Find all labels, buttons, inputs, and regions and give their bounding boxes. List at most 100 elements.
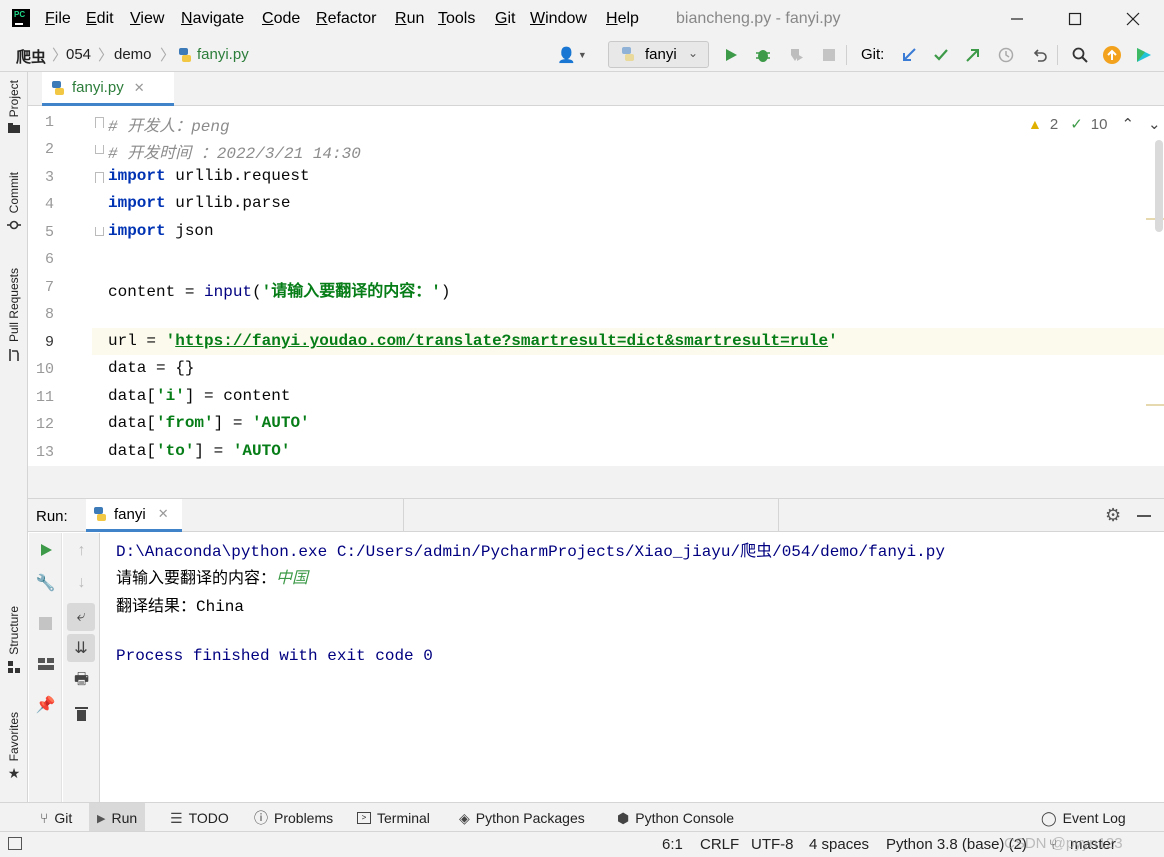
scroll-up-button[interactable]: ↑ [65,537,98,565]
run-tab-fanyi[interactable]: fanyi ✕ [86,499,182,532]
code-line-7[interactable]: content = input('请输入要翻译的内容：') [108,277,450,301]
git-commit-button[interactable] [930,44,952,66]
tool-window-todo[interactable]: ☰ TODO [162,803,237,833]
stripe-mark[interactable] [1146,404,1164,406]
code-line-10[interactable]: data = {} [108,359,194,377]
editor-tab-fanyi[interactable]: fanyi.py ✕ [42,72,174,106]
git-history-button[interactable] [995,44,1017,66]
tool-window-label: Python Packages [475,810,585,826]
fold-marker-icon[interactable] [95,172,104,183]
rerun-button[interactable] [29,536,62,564]
line-separator[interactable]: CRLF [700,836,739,853]
pull-request-icon [9,349,19,362]
breadcrumb-project[interactable]: 爬虫 [16,46,46,67]
arrow-up-right-icon [966,49,979,62]
tool-window-event-log[interactable]: ◯ Event Log [1033,803,1134,833]
console-command-line: D:\Anaconda\python.exe C:/Users/admin/Py… [116,543,945,561]
code-line-3[interactable]: import urllib.request [108,167,310,185]
fold-marker-icon[interactable] [95,117,104,128]
layout-button[interactable] [29,650,62,678]
git-push-button[interactable] [962,44,984,66]
run-button[interactable] [720,44,742,66]
maximize-button[interactable] [1052,4,1098,34]
tool-window-label: Python Console [635,810,735,826]
search-everywhere-button[interactable] [1069,44,1091,66]
coverage-button[interactable] [785,44,807,66]
run-configuration-selector[interactable]: fanyi ⌄ [608,41,709,68]
close-tab-icon[interactable]: ✕ [134,80,145,96]
scroll-to-end-toggle[interactable]: ⇊ [67,634,95,662]
menu-git[interactable]: Git [495,10,515,28]
tool-tab-commit[interactable]: Commit [0,172,28,231]
menu-help[interactable]: Help [606,10,639,28]
pycharm-logo-icon[interactable]: PC [12,9,30,27]
menu-refactor[interactable]: Refactor [316,10,376,28]
git-rollback-button[interactable] [1029,44,1051,66]
run-tab-label: fanyi [114,505,146,523]
tool-window-python-packages[interactable]: ◈ Python Packages [451,803,593,833]
code-line-12[interactable]: data['from'] = 'AUTO' [108,414,310,432]
menu-navigate[interactable]: Navigate [181,10,244,28]
editor-scrollbar[interactable] [1155,140,1163,232]
pin-tab-button[interactable]: 📌 [29,691,62,719]
code-line-2[interactable]: # 开发时间 ：2022/3/21 14:30 [108,139,361,163]
menu-edit[interactable]: Edit [86,10,114,28]
chevron-down-icon[interactable]: ⌄ [1148,115,1161,133]
code-line-11[interactable]: data['i'] = content [108,387,290,405]
minimize-button[interactable] [994,4,1040,34]
clear-all-button[interactable] [65,699,98,727]
close-tab-icon[interactable]: ✕ [158,506,169,522]
fold-marker-icon[interactable] [95,145,104,154]
user-dropdown-button[interactable]: 👤 ▼ [556,44,588,66]
arrow-down-left-icon [903,48,916,61]
print-button[interactable]: 🖶 [65,667,98,695]
fold-marker-icon[interactable] [95,227,104,236]
indent-setting[interactable]: 4 spaces [809,836,869,853]
file-encoding[interactable]: UTF-8 [751,836,794,853]
menu-view[interactable]: View [130,10,164,28]
menu-tools[interactable]: Tools [438,10,475,28]
run-icon: ▶ [97,812,106,825]
git-update-button[interactable] [898,44,920,66]
menu-code[interactable]: Code [262,10,300,28]
tool-tab-favorites[interactable]: Favorites ★ [0,712,28,782]
gear-icon[interactable]: ⚙ [1105,505,1121,526]
breadcrumb-folder-demo[interactable]: demo [114,46,152,63]
stop-button[interactable] [29,609,62,637]
caret-position[interactable]: 6:1 [662,836,683,853]
breadcrumb-folder-054[interactable]: 054 [66,46,91,63]
breadcrumb-file[interactable]: fanyi.py [197,46,249,63]
close-button[interactable] [1110,4,1156,34]
tool-window-git[interactable]: ⑂ Git [32,803,80,833]
inspection-widget[interactable]: ▲ 2 ✓ 10 ⌃ ⌄ [1028,115,1161,134]
tool-tab-pull-requests[interactable]: Pull Requests [0,268,28,362]
minimize-panel-icon[interactable] [1137,515,1151,517]
tool-window-python-console[interactable]: ⬢ Python Console [609,803,742,833]
menu-run[interactable]: Run [395,10,424,28]
code-line-1[interactable]: # 开发人：peng [108,112,230,136]
navigation-bar: 爬虫 〉 054 〉 demo 〉 fanyi.py 👤 ▼ fanyi ⌄ Gi… [0,38,1164,72]
pin-icon: 📌 [35,697,56,714]
code-line-4[interactable]: import urllib.parse [108,194,290,212]
tool-window-label: Problems [274,810,334,826]
tool-window-run[interactable]: ▶ Run [89,803,146,833]
menu-file[interactable]: File [45,10,71,28]
stop-button[interactable] [818,44,840,66]
toggle-tool-windows-icon[interactable] [8,837,22,850]
code-line-9[interactable]: url = 'https://fanyi.youdao.com/translat… [108,332,838,350]
code-line-5[interactable]: import json [108,222,214,240]
menu-window[interactable]: Window [530,10,587,28]
tool-tab-structure[interactable]: Structure [0,606,28,673]
chevron-up-icon[interactable]: ⌃ [1121,115,1134,133]
ide-update-button[interactable] [1101,44,1123,66]
soft-wrap-toggle[interactable]: ⤶ [67,603,95,631]
edit-config-button[interactable]: 🔧 [29,569,62,597]
stop-icon [39,616,52,630]
code-line-13[interactable]: data['to'] = 'AUTO' [108,442,290,460]
tool-window-problems[interactable]: ⓘ Problems [246,803,341,833]
scroll-down-button[interactable]: ↓ [65,569,98,597]
jetbrains-toolbox-button[interactable] [1133,44,1155,66]
tool-tab-project[interactable]: Project [0,80,28,134]
tool-window-terminal[interactable]: > Terminal [349,803,438,833]
debug-button[interactable] [752,44,774,66]
